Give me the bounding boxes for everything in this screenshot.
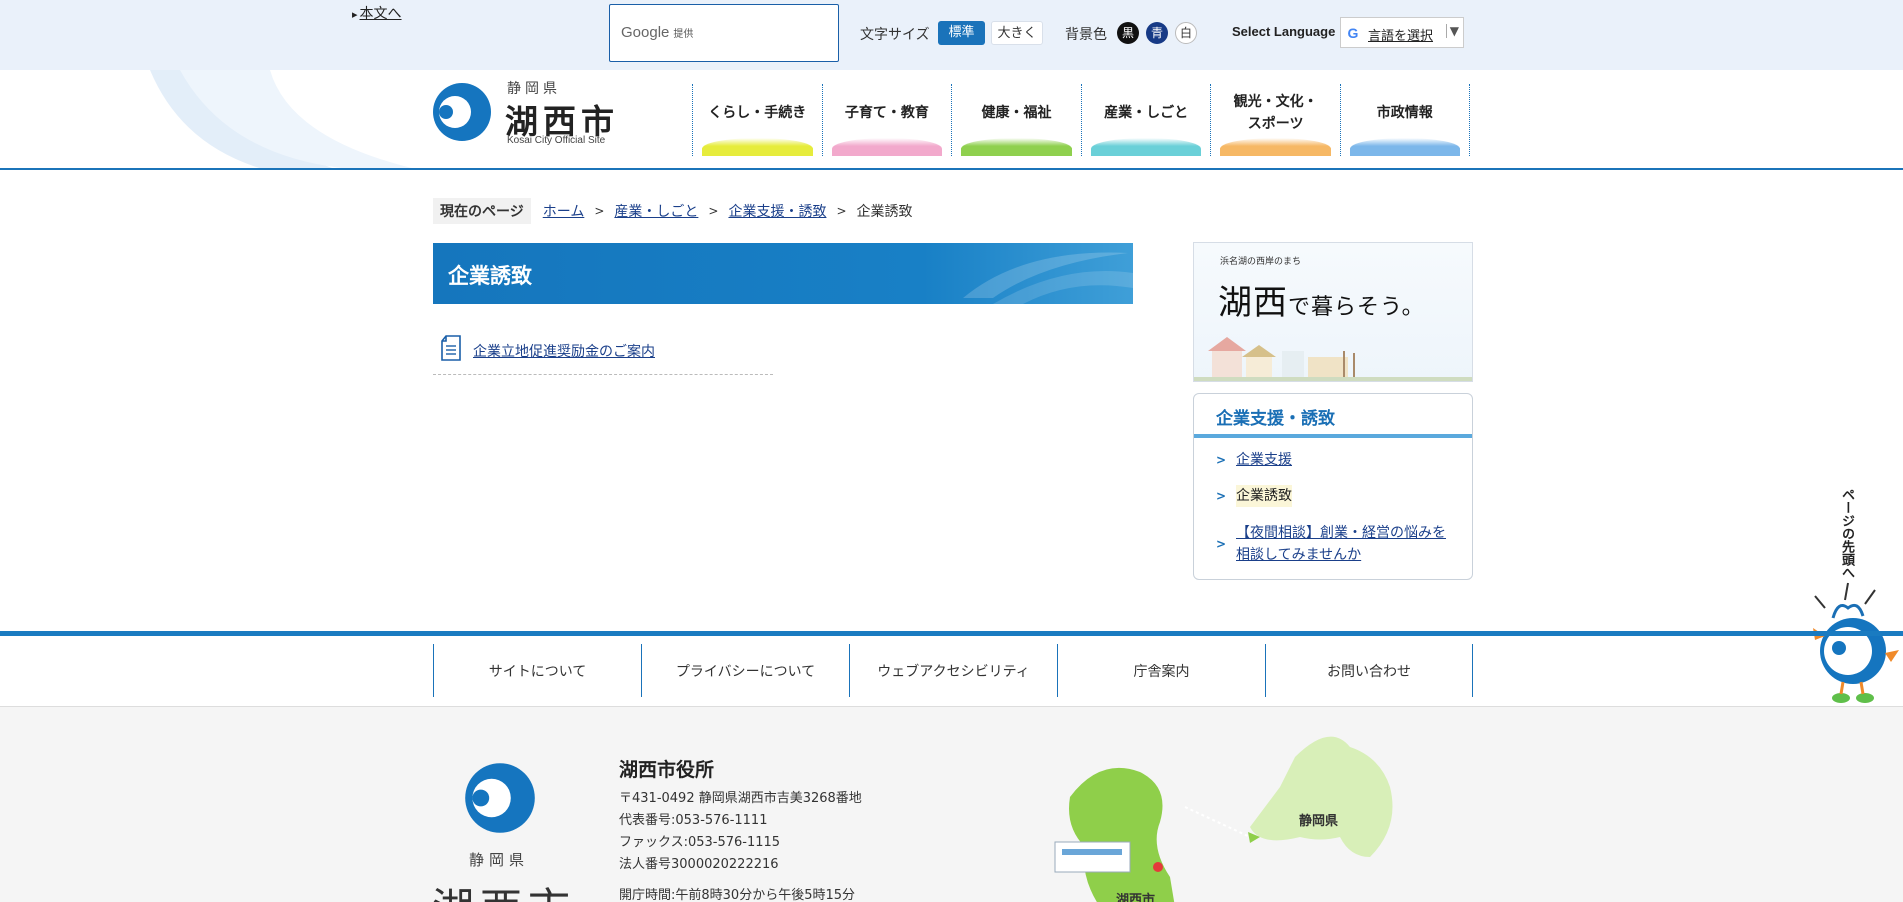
local-nav-divider [1194,434,1472,438]
language-select-text: 言語を選択 [1368,29,1434,44]
footer-city-logo-icon [464,762,536,838]
gnav-item-health[interactable]: 健康・福祉 [951,84,1081,156]
breadcrumb-current: 企業誘致 [856,204,913,220]
gnav-color-bar [1090,138,1202,156]
banner-town-illustration [1194,337,1472,381]
footer-accent-line [0,631,1903,636]
location-map [1054,736,1393,902]
site-footer: 静岡県 湖西市 湖西市役所 〒431-0492 静岡県湖西市吉美3268番地 代… [0,707,1903,902]
list-item: 企業立地促進奨励金のご案内 [433,330,773,375]
chevron-down-icon: ▼ [1445,24,1459,38]
skip-to-content-link[interactable]: 本文へ [352,3,402,23]
document-icon [441,335,461,361]
incentive-guide-link[interactable]: 企業立地促進奨励金のご案内 [473,341,655,361]
font-size-label: 文字サイズ [860,27,930,43]
footer-logo-city-name: 湖西市 [432,875,576,902]
gnav-item-tourism[interactable]: 観光・文化・ スポーツ [1210,84,1340,156]
site-search-input[interactable]: Google 提供 [609,4,839,62]
gnav-color-bar [702,138,813,156]
footer-logo-prefecture: 静岡県 [469,851,530,869]
global-navigation: くらし・手続き 子育て・教育 健康・福祉 産業・しごと 観光・文化・ スポーツ … [692,84,1470,156]
breadcrumb-business-support-link[interactable]: 企業支援・誘致 [728,201,826,221]
footer-phone: 代表番号:053-576-1111 [619,813,768,828]
gnav-color-bar [1349,138,1460,156]
footer-link-about-site[interactable]: サイトについて [433,644,641,697]
footer-address: 〒431-0492 静岡県湖西市吉美3268番地 [619,791,862,806]
chevron-right-icon: > [1216,453,1227,467]
footer-link-accessibility[interactable]: ウェブアクセシビリティ [849,644,1057,697]
language-select[interactable]: G 言語を選択 ▼ [1340,17,1464,48]
breadcrumb-industry-link[interactable]: 産業・しごと [614,201,698,221]
gnav-color-bar [1220,138,1331,156]
chevron-right-icon: > [708,204,719,218]
bg-white-button[interactable]: 白 [1175,22,1197,44]
banner-headline: 湖西で暮らそう。 [1218,283,1425,323]
banner-tagline: 浜名湖の西岸のまち [1220,257,1302,267]
utility-bar: 本文へ Google提供 文字サイズ 標準 大きく 背景色 黒 青 白 Sele… [0,0,1903,70]
logo-english-name: Kosai City Official Site [507,135,606,146]
gnav-item-childcare[interactable]: 子育て・教育 [821,84,952,156]
select-language-label: Select Language [1232,24,1336,39]
background-color-label: 背景色 [1065,27,1107,43]
footer-link-office-guide[interactable]: 庁舎案内 [1057,644,1265,697]
bg-blue-button[interactable]: 青 [1146,22,1168,44]
gnav-color-bar [961,138,1072,156]
gnav-color-bar [831,138,943,156]
map-city-label: 湖西市 [1116,893,1156,902]
gnav-item-living[interactable]: くらし・手続き [692,84,822,156]
chevron-right-icon: > [836,204,847,218]
footer-fax: ファックス:053-576-1115 [619,835,781,850]
footer-corp-number: 法人番号3000020222216 [619,857,779,872]
local-navigation: 企業支援・誘致 > 企業支援 > 企業誘致 > 【夜間相談】創業・経営の悩みを … [1193,393,1473,580]
mascot-page-top-icon[interactable] [1803,578,1903,708]
local-nav-title[interactable]: 企業支援・誘致 [1216,404,1335,429]
google-search-branding: Google 提供 [621,24,694,41]
font-size-large-button[interactable]: 大きく [991,21,1043,45]
breadcrumb-home-link[interactable]: ホーム [543,201,585,221]
breadcrumb-current-page-label: 現在のページ [433,198,531,224]
font-size-standard-button[interactable]: 標準 [938,21,985,45]
chevron-right-icon: > [1216,489,1227,503]
breadcrumb: 現在のページ ホーム > 産業・しごと > 企業支援・誘致 > 企業誘致 [433,198,913,224]
page-title-banner: 企業誘致 [433,243,1133,304]
chevron-right-icon: > [594,204,605,218]
gnav-item-industry[interactable]: 産業・しごと [1080,84,1211,156]
footer-link-contact[interactable]: お問い合わせ [1265,644,1473,697]
google-icon: G [1347,25,1359,41]
page-top-link[interactable]: ページの先頭へ [1838,488,1854,579]
city-logo-icon[interactable] [432,82,492,146]
title-wave-decoration [963,252,1133,304]
footer-navigation: サイトについて プライバシーについて ウェブアクセシビリティ 庁舎案内 お問い合… [433,644,1473,697]
site-header: 静岡県 湖西市 Kosai City Official Site くらし・手続き… [0,70,1903,170]
bg-black-button[interactable]: 黒 [1117,22,1139,44]
gnav-item-city-info[interactable]: 市政情報 [1339,84,1470,156]
page-title: 企業誘致 [448,264,532,288]
kosai-living-banner[interactable]: 浜名湖の西岸のまち 湖西で暮らそう。 [1193,242,1473,382]
footer-link-privacy[interactable]: プライバシーについて [641,644,849,697]
footer-office-hours: 開庁時間:午前8時30分から午後5時15分 [619,888,856,902]
map-prefecture-label: 静岡県 [1299,814,1339,829]
chevron-right-icon: > [1216,537,1227,551]
footer-office-name: 湖西市役所 [619,759,715,781]
